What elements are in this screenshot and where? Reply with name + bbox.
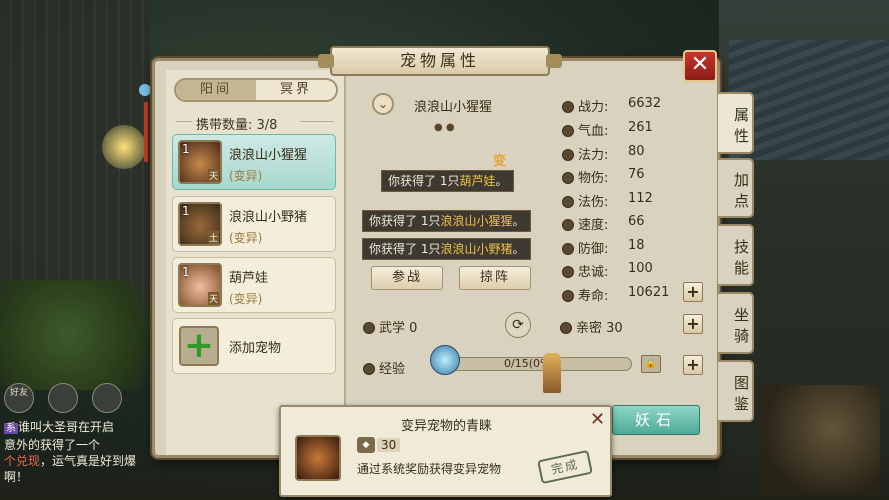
stat-row: 物伤: 76 xyxy=(562,167,645,186)
hp-icon xyxy=(562,125,574,137)
tab-add-points[interactable]: 加点 xyxy=(718,158,754,218)
plus-icon: + xyxy=(179,326,219,366)
lock-icon[interactable]: 🔒 xyxy=(641,355,661,373)
complete-stamp: 完成 xyxy=(537,449,593,485)
notification-title: 变异宠物的青睐 xyxy=(401,419,493,434)
divider xyxy=(300,121,334,122)
close-button[interactable]: ✕ xyxy=(683,50,717,82)
chat-buttons: 好友 xyxy=(4,383,122,413)
lifespan-icon xyxy=(562,290,574,302)
physical-attack-icon xyxy=(562,172,574,184)
realm-tabs: 阳间 冥界 xyxy=(174,78,338,102)
stat-row: 忠诚: 100 xyxy=(562,261,653,280)
carry-count: 携带数量: 3/8 xyxy=(196,118,278,133)
chat-line: 意外的获得了一个 xyxy=(4,438,101,452)
stat-row: 寿命: 10621 xyxy=(562,285,669,304)
intimacy-icon xyxy=(560,322,572,334)
demon-stone-button[interactable]: 妖石 xyxy=(612,405,700,435)
stat-row: 气血: 261 xyxy=(562,120,653,139)
intimacy-row: 亲密 30 xyxy=(560,317,623,336)
tab-yangjian[interactable]: 阳间 xyxy=(176,80,256,100)
exp-icon xyxy=(363,363,375,375)
add-lifespan-button[interactable]: + xyxy=(683,282,703,302)
stat-row: 法力: 80 xyxy=(562,144,645,163)
reward-count: 30 xyxy=(377,438,401,452)
stat-row: 法伤: 112 xyxy=(562,191,653,210)
mana-icon xyxy=(562,149,574,161)
toast-message: 你获得了 1只葫芦娃。 xyxy=(381,170,515,192)
pet-card-2[interactable]: 1土 浪浪山小野猪 (变异) xyxy=(172,196,336,252)
panel-title: 宠物属性 xyxy=(318,46,562,76)
tab-attributes[interactable]: 属性 xyxy=(718,92,754,154)
boar-avatar-icon: 1土 xyxy=(178,202,222,246)
monkey-avatar-icon: 1天 xyxy=(178,140,222,184)
pet-variant: (变异) xyxy=(229,169,263,183)
refresh-icon[interactable]: ⟳ xyxy=(505,312,531,338)
pet-name: 浪浪山小猩猩 xyxy=(229,148,308,163)
battle-button[interactable]: 参战 xyxy=(371,266,443,290)
chat-line: 系谁叫大圣哥在开启 xyxy=(4,420,115,434)
martial-arts-row: 武学 0 xyxy=(363,317,417,336)
selected-pet-name: 浪浪山小猩猩 xyxy=(414,100,493,115)
reward-icon: ◆ xyxy=(357,437,375,453)
gourd-boy-avatar-icon: 1天 xyxy=(178,263,222,307)
toast-message: 你获得了 1只浪浪山小野猪。 xyxy=(362,238,532,260)
martial-arts-icon xyxy=(363,322,375,334)
toast-message: 你获得了 1只浪浪山小猩猩。 xyxy=(362,210,532,232)
add-exp-button[interactable]: + xyxy=(683,355,703,375)
stat-row: 战力: 6632 xyxy=(562,96,661,115)
achievement-notification: 变异宠物的青睐 ✕ ◆ 30 通过系统奖励获得变异宠物 完成 xyxy=(279,405,612,497)
variant-tag: 变 xyxy=(493,154,507,169)
background-foliage xyxy=(0,280,170,390)
achievement-icon xyxy=(295,435,341,481)
pet-card-3[interactable]: 1天 葫芦娃 (变异) xyxy=(172,257,336,313)
chevron-down-icon[interactable]: ⌄ xyxy=(372,93,394,115)
notification-description: 通过系统奖励获得变异宠物 xyxy=(357,462,502,476)
divider xyxy=(176,121,192,122)
pet-card-1[interactable]: 1天 浪浪山小猩猩 (变异) xyxy=(172,134,336,190)
loyalty-icon xyxy=(562,266,574,278)
tab-skills[interactable]: 技能 xyxy=(718,224,754,286)
tab-encyclopedia[interactable]: 图鉴 xyxy=(718,360,754,422)
tab-mount[interactable]: 坐骑 xyxy=(718,292,754,354)
pet-variant: (变异) xyxy=(229,231,263,245)
exp-row: 经验 xyxy=(363,358,405,377)
speed-icon xyxy=(562,219,574,231)
close-icon[interactable]: ✕ xyxy=(590,409,605,430)
defense-icon xyxy=(562,243,574,255)
stat-row: 速度: 66 xyxy=(562,214,645,233)
tab-mingjie[interactable]: 冥界 xyxy=(256,80,336,100)
pet-name: 浪浪山小野猪 xyxy=(229,210,308,225)
formation-button[interactable]: 掠阵 xyxy=(459,266,531,290)
friends-button[interactable]: 好友 xyxy=(4,383,34,413)
add-intimacy-button[interactable]: + xyxy=(683,314,703,334)
pet-variant: (变异) xyxy=(229,292,263,306)
magic-attack-icon xyxy=(562,196,574,208)
add-pet-label: 添加宠物 xyxy=(229,341,282,356)
exp-orb-icon xyxy=(430,345,460,375)
stat-row: 防御: 18 xyxy=(562,238,645,257)
chat-bubble-icon[interactable] xyxy=(48,383,78,413)
microphone-icon[interactable] xyxy=(92,383,122,413)
chat-log: 系谁叫大圣哥在开启 意外的获得了一个 个兑现，运气真是好到爆 啊！ xyxy=(4,419,154,485)
power-icon xyxy=(562,101,574,113)
background-items xyxy=(760,385,880,495)
character-figure-icon xyxy=(543,353,561,393)
left-decoration xyxy=(139,70,153,180)
pet-attribute-icons: ● ● xyxy=(434,122,455,133)
add-pet-card[interactable]: + 添加宠物 xyxy=(172,318,336,374)
chat-line: 个兑现，运气真是好到爆 xyxy=(4,454,137,468)
chat-line: 啊！ xyxy=(4,470,29,484)
pet-name: 葫芦娃 xyxy=(229,271,269,286)
